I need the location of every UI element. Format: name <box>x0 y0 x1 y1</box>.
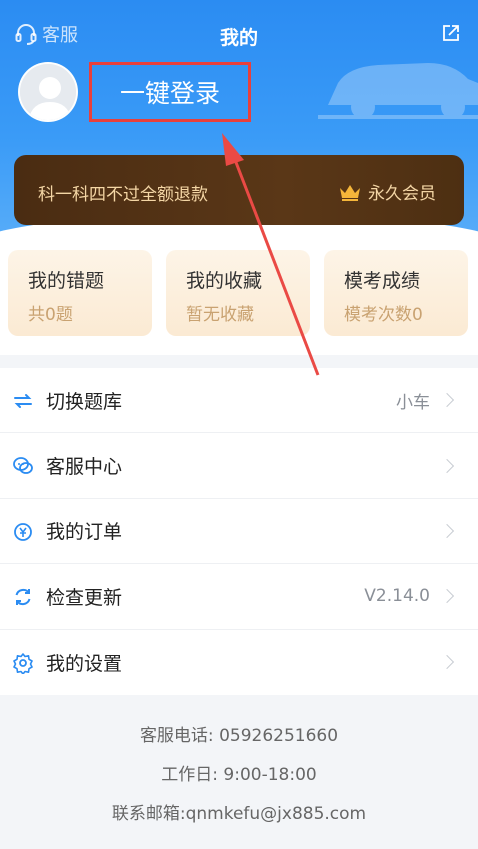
vip-badge: 永久会员 <box>338 179 436 204</box>
stat-title: 我的错题 <box>28 270 105 292</box>
chevron-right-icon <box>439 589 455 604</box>
chat-icon <box>13 457 33 475</box>
login-button[interactable]: 一键登录 <box>89 62 251 122</box>
stat-title: 模考成绩 <box>344 270 421 292</box>
chevron-right-icon <box>439 393 455 408</box>
contact-email: 联系邮箱:qnmkefu@jx885.com <box>111 804 367 824</box>
stat-card-wrong-questions[interactable]: 我的错题 共0题 <box>8 250 152 336</box>
stat-card-favorites[interactable]: 我的收藏 暂无收藏 <box>166 250 310 336</box>
chevron-right-icon <box>439 655 455 670</box>
gear-icon <box>13 652 33 674</box>
order-icon <box>14 522 32 541</box>
menu-value: V2.14.0 <box>364 586 430 607</box>
stat-card-exam-scores[interactable]: 模考成绩 模考次数0 <box>324 250 468 336</box>
stat-title: 我的收藏 <box>186 270 263 292</box>
menu-label: 检查更新 <box>46 586 123 609</box>
stat-sub: 暂无收藏 <box>186 305 254 325</box>
menu-label: 切换题库 <box>46 390 123 413</box>
working-hours: 工作日: 9:00-18:00 <box>161 765 317 785</box>
chevron-right-icon <box>439 523 455 539</box>
menu-item-switch-bank[interactable]: 切换题库 小车 <box>0 368 478 434</box>
refresh-icon <box>15 589 31 606</box>
contact-footer: 客服电话: 05926251660 工作日: 9:00-18:00 联系邮箱:q… <box>0 718 478 835</box>
vip-banner[interactable]: 科一科四不过全额退款 永久会员 <box>14 155 464 225</box>
stats-section: 我的错题 共0题 我的收藏 暂无收藏 模考成绩 模考次数0 <box>0 245 478 355</box>
menu-item-check-update[interactable]: 检查更新 V2.14.0 <box>0 564 478 630</box>
chevron-right-icon <box>439 458 455 473</box>
stat-sub: 共0题 <box>28 305 73 325</box>
stat-sub: 模考次数0 <box>344 305 423 325</box>
menu-label: 我的设置 <box>46 652 123 675</box>
menu-item-settings[interactable]: 我的设置 <box>0 630 478 695</box>
service-phone: 客服电话: 05926251660 <box>139 726 339 746</box>
menu-value: 小车 <box>396 392 430 413</box>
switch-icon <box>14 394 32 408</box>
car-illustration <box>318 63 478 119</box>
share-icon[interactable] <box>440 22 462 44</box>
top-bar: 客服 我的 <box>0 18 478 52</box>
login-label: 一键登录 <box>119 79 220 108</box>
menu-label: 我的订单 <box>46 521 123 544</box>
vip-promo: 科一科四不过全额退款 <box>38 185 208 205</box>
avatar[interactable] <box>18 62 78 122</box>
settings-menu: 切换题库 小车 客服中心 我的订单 检查更新 V2.14.0 我的设置 <box>0 368 478 695</box>
menu-item-orders[interactable]: 我的订单 <box>0 499 478 565</box>
vip-badge-label: 永久会员 <box>368 184 436 204</box>
menu-label: 客服中心 <box>46 456 123 479</box>
menu-item-service-center[interactable]: 客服中心 <box>0 433 478 499</box>
page-title: 我的 <box>219 27 258 49</box>
crown-icon <box>340 184 360 201</box>
